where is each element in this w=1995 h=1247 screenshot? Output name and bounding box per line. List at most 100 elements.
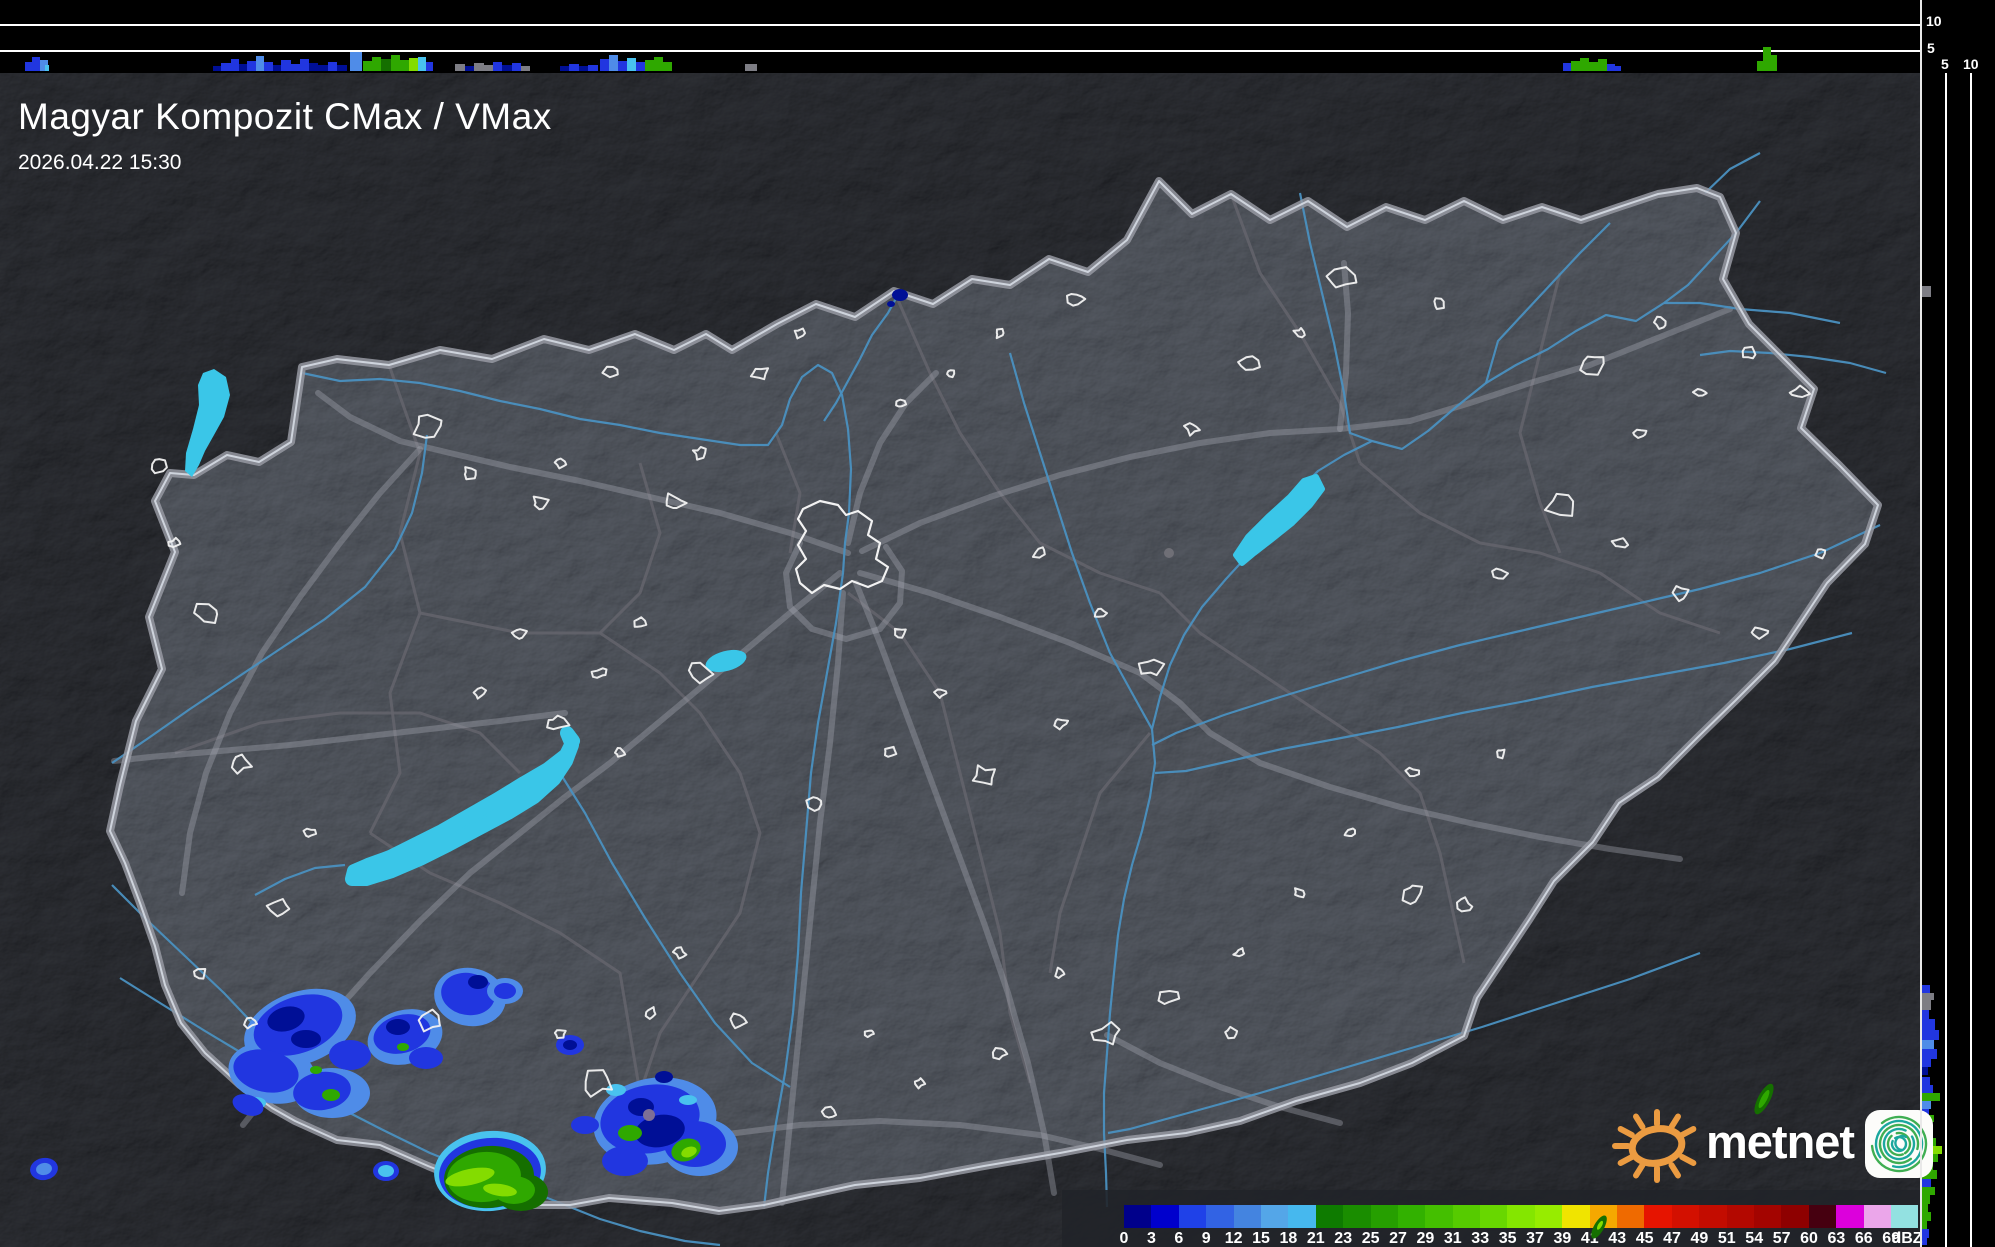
colorbar-swatch [1397,1205,1426,1228]
top-profile-bar [300,59,309,71]
right-profile-bar [1922,1229,1929,1238]
colorbar-swatch [1836,1205,1864,1228]
top-profile-bar [455,64,465,71]
right-profile-bar [1922,1019,1935,1030]
top-profile-bar [318,65,328,71]
top-profile-bar [309,63,318,71]
colorbar-swatch [1863,1205,1891,1228]
top-profile-bar [1589,62,1598,71]
colorbar-tick-label: 60 [1800,1230,1818,1247]
colorbar-swatches [1124,1205,1919,1228]
colorbar-tick-label: 51 [1717,1230,1736,1247]
top-profile-bar [213,66,221,71]
colorbar-tick-label: 57 [1772,1230,1791,1247]
colorbar-swatch [1206,1205,1234,1228]
right-profile-bar [1922,1049,1937,1059]
colorbar-tick-label: 54 [1745,1230,1764,1247]
top-profile-bar [221,63,231,71]
colorbar-swatch [1151,1205,1179,1228]
colorbar-tick-label: 31 [1443,1230,1462,1247]
top-profile-bar [350,52,362,71]
echo-streak-overlay [1591,1215,1607,1239]
top-profile-bar [1771,55,1777,71]
colorbar-swatch [1452,1205,1481,1228]
right-profile-bar [1922,1195,1930,1204]
top-profile-bar [1615,66,1621,71]
right-profile-bar [1922,993,1934,1000]
top-profile-bar [291,64,300,71]
colorbar-tick-label: 45 [1635,1230,1654,1247]
colorbar-swatch [1343,1205,1371,1228]
top-gridline-10 [0,24,1920,26]
top-profile-bar [409,58,418,71]
spiral-app-icon [1865,1110,1934,1178]
title-block: Magyar Kompozit CMax / VMax 2026.04.22 1… [18,96,552,175]
colorbar-tick-label: 49 [1690,1230,1709,1247]
radar-app-window: 10 5 5 10 Magyar Kompozit CMax / VMax 20… [0,0,1995,1247]
top-profile-bar [579,66,588,71]
right-profile-strip: 10 5 5 10 [1920,0,1995,1247]
colorbar-swatch [1534,1205,1563,1228]
colorbar-swatch [1370,1205,1398,1228]
colorbar-tick-label: 15 [1252,1230,1270,1247]
right-profile-bar [1922,1212,1931,1221]
colorbar-swatch [1617,1205,1645,1228]
colorbar-swatch [1480,1205,1508,1228]
colorbar-tick-label: 21 [1306,1230,1325,1247]
top-profile-bar [745,64,757,71]
right-profile-bar [1922,985,1930,993]
colorbar-swatch [1808,1205,1837,1228]
top-gridline-5 [0,50,1920,52]
top-profile-bar [239,64,247,71]
top-profile-bar [609,55,618,71]
right-profile-bar [1922,1077,1930,1085]
colorbar-tick-label: 23 [1334,1230,1353,1247]
top-profile-bar [465,66,474,71]
right-axis-tick-5: 5 [1941,56,1949,72]
colorbar-tick-label: 25 [1361,1230,1380,1247]
dbz-colorbar: 0 3 6 9 12 15 18 21 23 25 27 29 31 33 35 37 39 41 43 45 47 49… [1062,1190,1923,1247]
right-profile-bar [1922,1221,1927,1229]
colorbar-swatch [1726,1205,1754,1228]
colorbar-swatch [1507,1205,1535,1228]
colorbar-swatch [1124,1205,1152,1228]
colorbar-tick-label: 27 [1389,1230,1407,1247]
top-profile-bar [1580,58,1589,71]
colorbar-tick-label: 18 [1279,1230,1298,1247]
colorbar-swatch [1178,1205,1207,1228]
top-profile-bar [1563,63,1571,71]
right-axis-tick-10: 10 [1963,56,1979,72]
colorbar-swatch [1425,1205,1453,1228]
right-profile-bar [1922,1238,1927,1245]
colorbar-swatch [1233,1205,1261,1228]
top-profile-bar [32,57,40,71]
top-profile-bar [247,61,256,71]
top-profile-bar [636,62,645,71]
colorbar-tick-label: 47 [1663,1230,1681,1247]
colorbar-tick-label: 33 [1471,1230,1490,1247]
top-profile-bar [418,57,426,71]
right-profile-bar [1922,1067,1928,1075]
top-profile-bar [1598,59,1607,71]
top-profile-bar [363,61,372,71]
colorbar-swatch [1288,1205,1316,1228]
top-profile-bar [1607,64,1615,71]
top-profile-bar [45,65,49,71]
right-gridline-5 [1945,73,1947,1247]
right-profile-bar [1922,286,1931,297]
top-profile-bar [328,62,337,71]
top-profile-bar [1571,61,1580,71]
colorbar-swatch [1260,1205,1289,1228]
right-profile-bar [1922,1085,1933,1093]
logo-text: metnet [1706,1114,1855,1168]
top-profile-bar [588,65,598,71]
top-profile-bar [281,60,291,71]
right-profile-bar [1922,1059,1931,1067]
right-profile-bar [1922,1040,1934,1049]
top-axis-tick-10: 10 [1926,13,1942,29]
top-profile-bar [521,66,530,71]
colorbar-swatch [1781,1205,1809,1228]
colorbar-tick-label: 29 [1416,1230,1435,1247]
top-profile-bar [600,59,609,71]
colorbar-tick-label: 12 [1224,1230,1243,1247]
